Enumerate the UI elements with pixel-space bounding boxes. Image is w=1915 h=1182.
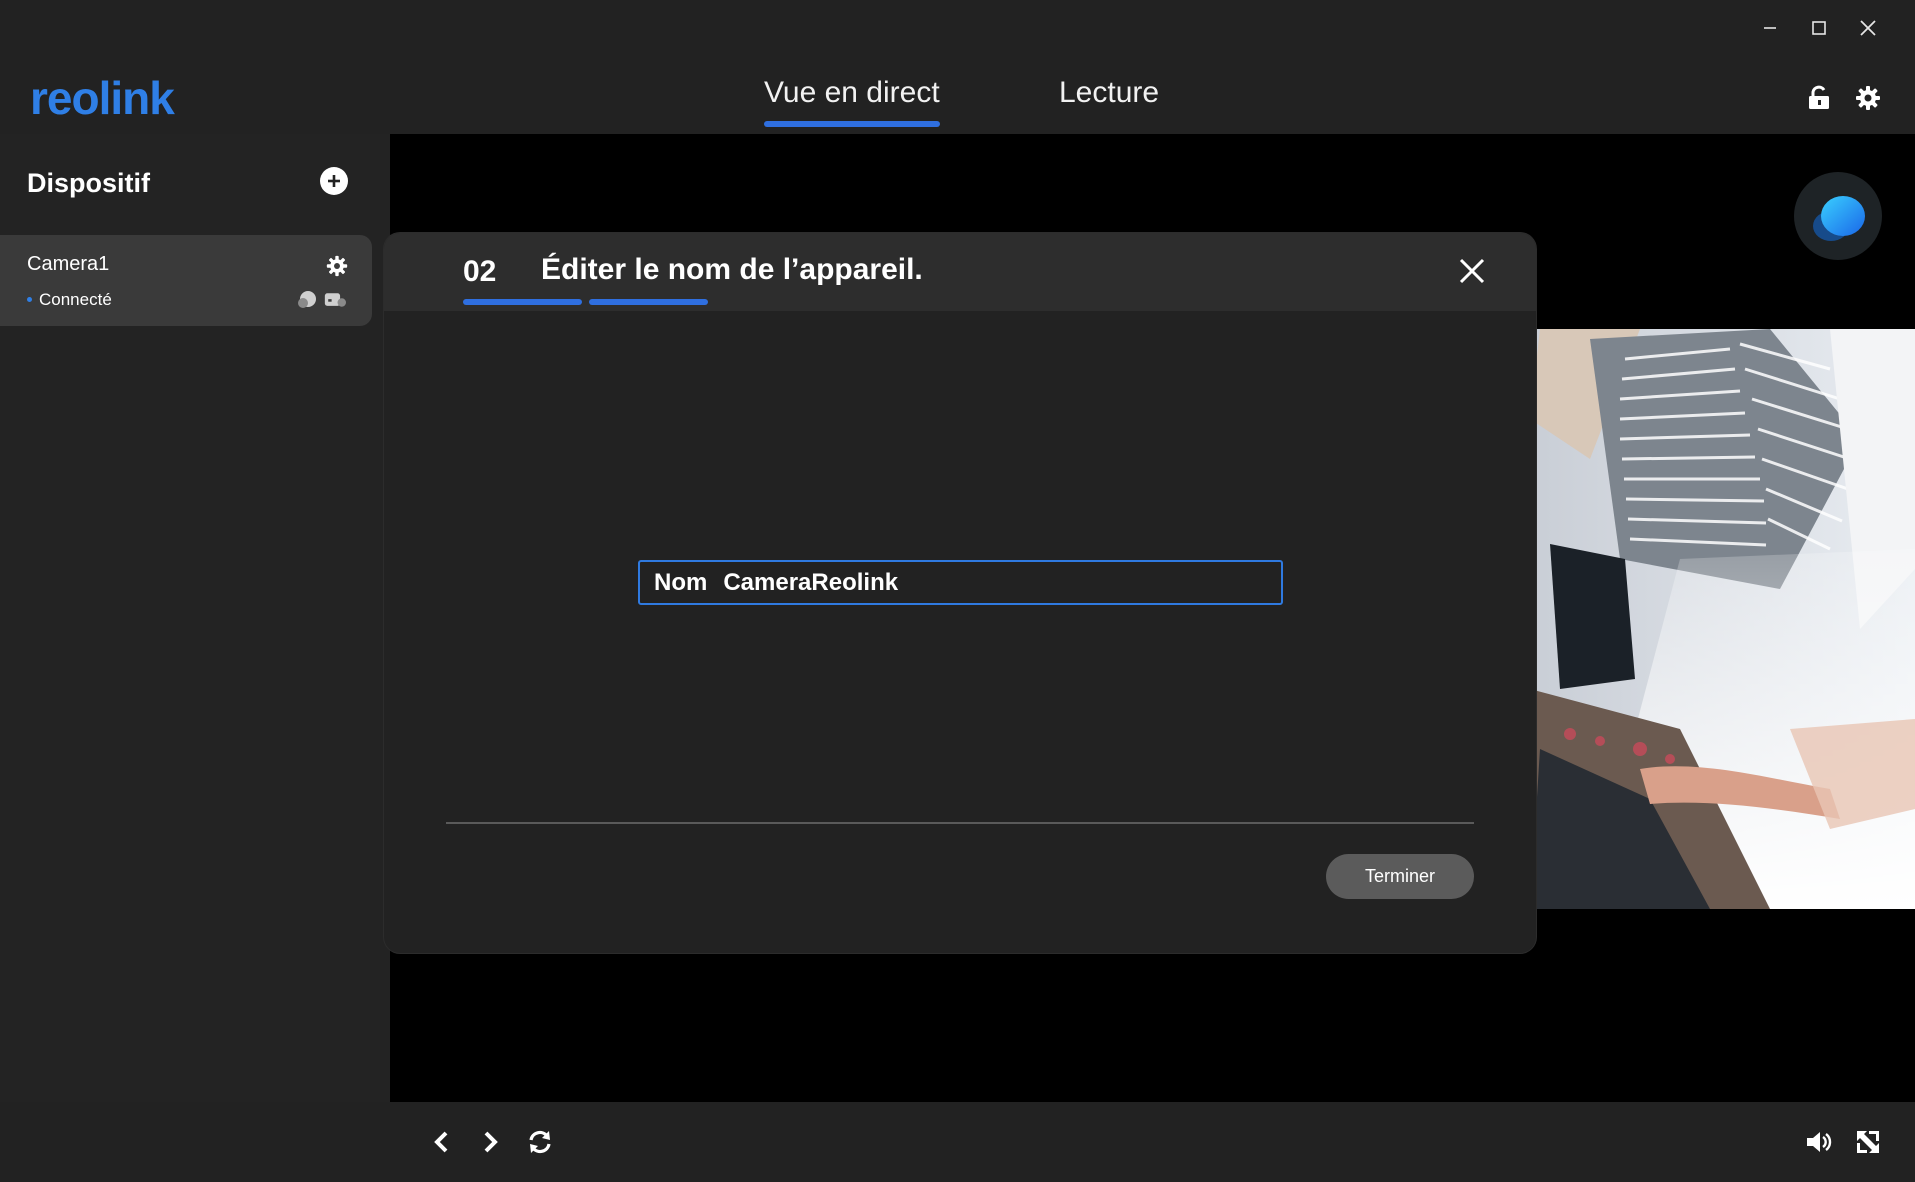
dialog-header: 02 Éditer le nom de l’appareil. <box>384 233 1536 311</box>
device-name: Camera1 <box>27 253 110 275</box>
lock-button[interactable] <box>1801 80 1837 116</box>
status-dot <box>27 297 32 302</box>
floating-assist-button[interactable] <box>1794 172 1882 260</box>
unlock-icon <box>1809 85 1829 109</box>
step-progress-1 <box>463 299 582 305</box>
finish-button[interactable]: Terminer <box>1326 854 1474 899</box>
volume-button[interactable] <box>1801 1124 1837 1160</box>
tab-playback[interactable]: Lecture <box>1059 76 1159 110</box>
dialog-divider <box>446 822 1474 824</box>
bottom-toolbar <box>390 1102 1915 1182</box>
header: reolink Vue en direct Lecture <box>0 0 1915 134</box>
close-window-button[interactable] <box>1846 10 1890 46</box>
device-item-camera1[interactable]: Camera1 Connecté <box>0 235 372 326</box>
camera-status-icon <box>324 293 346 307</box>
fullscreen-button[interactable] <box>1850 1124 1886 1160</box>
device-sidebar: Dispositif Camera1 Connecté <box>0 134 390 1102</box>
next-button[interactable] <box>472 1124 508 1160</box>
active-tab-indicator <box>764 121 940 127</box>
plus-icon <box>328 175 340 187</box>
dialog-close-button[interactable] <box>1452 251 1492 291</box>
prev-icon <box>434 1131 448 1153</box>
previous-button[interactable] <box>424 1124 460 1160</box>
device-settings-icon[interactable] <box>326 255 348 277</box>
close-icon <box>1860 20 1876 36</box>
add-device-button[interactable] <box>320 167 348 195</box>
logo-text: reolink <box>30 74 175 124</box>
close-icon <box>1459 258 1485 284</box>
next-icon <box>484 1131 498 1153</box>
volume-icon <box>1807 1132 1832 1152</box>
light-icon <box>298 291 316 308</box>
reolink-logo: reolink <box>30 74 176 124</box>
settings-button[interactable] <box>1850 80 1886 116</box>
sidebar-title: Dispositif <box>27 168 151 198</box>
camera-feed-image <box>1530 329 1915 909</box>
name-field-label: Nom <box>654 568 708 596</box>
minimize-button[interactable] <box>1748 10 1792 46</box>
reolink-app: reolink Vue en direct Lecture Dispositif… <box>0 0 1915 1182</box>
device-status: Connecté <box>39 290 112 309</box>
step-number: 02 <box>463 255 497 288</box>
maximize-icon <box>1812 21 1826 35</box>
refresh-button[interactable] <box>522 1124 558 1160</box>
camera-scene <box>1530 329 1915 909</box>
fullscreen-icon <box>1857 1131 1879 1153</box>
edit-device-name-dialog: 02 Éditer le nom de l’appareil. Nom Came… <box>384 233 1536 953</box>
tab-live-view[interactable]: Vue en direct <box>764 76 940 110</box>
gear-icon <box>1856 86 1880 110</box>
maximize-button[interactable] <box>1797 10 1841 46</box>
step-progress-2 <box>589 299 708 305</box>
refresh-icon <box>529 1130 551 1154</box>
dialog-title: Éditer le nom de l’appareil. <box>541 253 923 286</box>
assist-bubble-icon <box>1813 196 1865 241</box>
name-field-value[interactable]: CameraReolink <box>723 569 898 597</box>
minimize-icon <box>1764 27 1776 29</box>
device-name-input[interactable]: Nom CameraReolink <box>638 560 1283 605</box>
